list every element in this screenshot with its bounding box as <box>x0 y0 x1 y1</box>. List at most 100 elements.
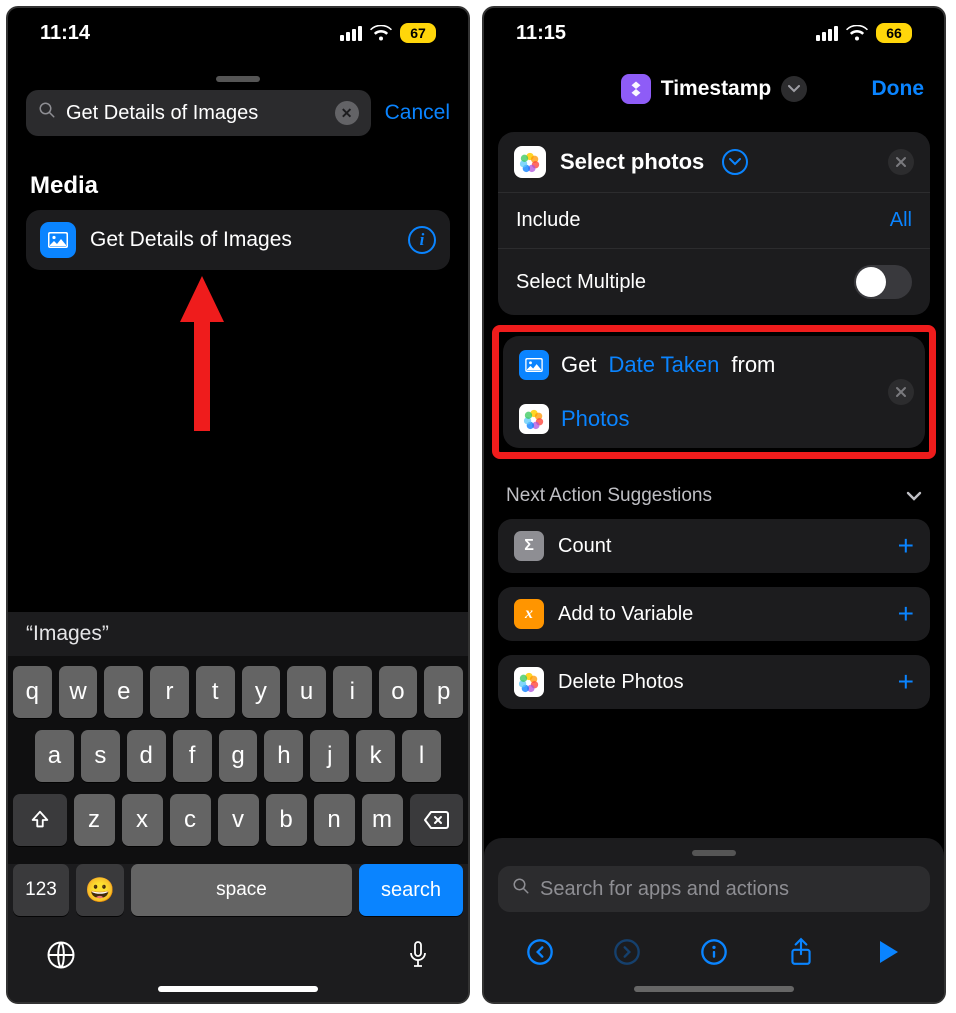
cancel-button[interactable]: Cancel <box>385 101 450 125</box>
editor-toolbar <box>484 912 944 976</box>
key-a[interactable]: a <box>35 730 74 782</box>
action-select-photos: Select photos Include All Select Multipl… <box>498 132 930 315</box>
suggestions-title: Next Action Suggestions <box>506 485 712 507</box>
search-key[interactable]: search <box>359 864 463 916</box>
result-label: Get Details of Images <box>90 228 394 252</box>
search-icon <box>38 101 56 125</box>
key-t[interactable]: t <box>196 666 235 718</box>
space-key[interactable]: space <box>131 864 352 916</box>
param-value[interactable]: All <box>890 209 912 232</box>
key-u[interactable]: u <box>287 666 326 718</box>
shift-key[interactable] <box>13 794 67 846</box>
key-z[interactable]: z <box>74 794 115 846</box>
key-x[interactable]: x <box>122 794 163 846</box>
cellular-icon <box>340 26 362 41</box>
sigma-icon: Σ <box>514 531 544 561</box>
add-suggestion-button[interactable]: + <box>898 530 914 562</box>
info-icon[interactable]: i <box>408 226 436 254</box>
share-button[interactable] <box>783 934 819 970</box>
action-token-detail[interactable]: Date Taken <box>608 352 719 378</box>
photos-app-icon <box>519 404 549 434</box>
done-button[interactable]: Done <box>872 77 925 101</box>
suggestion-label: Delete Photos <box>558 671 884 694</box>
shortcuts-app-icon <box>621 74 651 104</box>
key-m[interactable]: m <box>362 794 403 846</box>
suggestion-count[interactable]: Σ Count + <box>498 519 930 573</box>
action-token-input[interactable]: Photos <box>561 406 630 432</box>
key-c[interactable]: c <box>170 794 211 846</box>
right-phone: 11:15 66 Timestamp Done <box>482 6 946 1004</box>
suggestion-add-to-variable[interactable]: x Add to Variable + <box>498 587 930 641</box>
shortcut-header: Timestamp Done <box>484 58 944 122</box>
shortcut-title[interactable]: Timestamp <box>661 77 772 101</box>
left-phone: 11:14 67 Get Details of Images ✕ Cancel … <box>6 6 470 1004</box>
status-icons: 66 <box>816 23 912 43</box>
battery-indicator: 66 <box>876 23 912 43</box>
key-v[interactable]: v <box>218 794 259 846</box>
undo-button[interactable] <box>522 934 558 970</box>
key-r[interactable]: r <box>150 666 189 718</box>
key-y[interactable]: y <box>242 666 281 718</box>
key-s[interactable]: s <box>81 730 120 782</box>
toggle-select-multiple[interactable] <box>854 265 912 299</box>
backspace-key[interactable] <box>410 794 464 846</box>
clear-search-button[interactable]: ✕ <box>335 101 359 125</box>
redo-button[interactable] <box>609 934 645 970</box>
key-o[interactable]: o <box>379 666 418 718</box>
numbers-key[interactable]: 123 <box>13 864 69 916</box>
key-n[interactable]: n <box>314 794 355 846</box>
globe-icon[interactable] <box>46 940 76 970</box>
key-k[interactable]: k <box>356 730 395 782</box>
key-q[interactable]: q <box>13 666 52 718</box>
home-indicator[interactable] <box>158 986 318 992</box>
remove-action-button[interactable] <box>888 149 914 175</box>
param-include[interactable]: Include All <box>498 192 930 248</box>
action-text-get: Get <box>561 352 596 378</box>
info-button[interactable] <box>696 934 732 970</box>
images-action-icon <box>519 350 549 380</box>
dictation-icon[interactable] <box>406 940 430 970</box>
suggestions-header[interactable]: Next Action Suggestions <box>484 459 944 519</box>
wifi-icon <box>846 25 868 41</box>
action-get-details-of-images[interactable]: Get Date Taken from Photos <box>503 336 925 448</box>
key-i[interactable]: i <box>333 666 372 718</box>
param-label: Include <box>516 209 581 232</box>
key-j[interactable]: j <box>310 730 349 782</box>
key-b[interactable]: b <box>266 794 307 846</box>
images-action-icon <box>40 222 76 258</box>
key-p[interactable]: p <box>424 666 463 718</box>
wifi-icon <box>370 25 392 41</box>
action-text-from: from <box>731 352 775 378</box>
run-button[interactable] <box>870 934 906 970</box>
remove-action-button[interactable] <box>888 379 914 405</box>
shortcut-menu-button[interactable] <box>781 76 807 102</box>
emoji-key[interactable]: 😀 <box>76 864 124 916</box>
action-header[interactable]: Select photos <box>498 132 930 192</box>
home-indicator[interactable] <box>634 986 794 992</box>
collapse-icon[interactable] <box>722 149 748 175</box>
annotation-arrow <box>180 276 224 431</box>
key-e[interactable]: e <box>104 666 143 718</box>
section-header-media: Media <box>8 156 468 210</box>
sheet-grabber[interactable] <box>692 850 736 856</box>
annotation-highlight: Get Date Taken from Photos <box>492 325 936 459</box>
add-suggestion-button[interactable]: + <box>898 598 914 630</box>
photos-app-icon <box>514 667 544 697</box>
suggestion-delete-photos[interactable]: Delete Photos + <box>498 655 930 709</box>
key-d[interactable]: d <box>127 730 166 782</box>
status-time: 11:15 <box>516 22 566 45</box>
keyboard-suggestion[interactable]: “Images” <box>8 612 468 656</box>
sheet-grabber[interactable] <box>216 76 260 82</box>
suggestion-label: Add to Variable <box>558 603 884 626</box>
actions-search-input[interactable]: Search for apps and actions <box>498 866 930 912</box>
key-l[interactable]: l <box>402 730 441 782</box>
key-g[interactable]: g <box>219 730 258 782</box>
search-input[interactable]: Get Details of Images ✕ <box>26 90 371 136</box>
param-select-multiple: Select Multiple <box>498 248 930 315</box>
key-w[interactable]: w <box>59 666 98 718</box>
key-h[interactable]: h <box>264 730 303 782</box>
search-icon <box>512 877 530 901</box>
result-get-details-of-images[interactable]: Get Details of Images i <box>26 210 450 270</box>
key-f[interactable]: f <box>173 730 212 782</box>
add-suggestion-button[interactable]: + <box>898 666 914 698</box>
